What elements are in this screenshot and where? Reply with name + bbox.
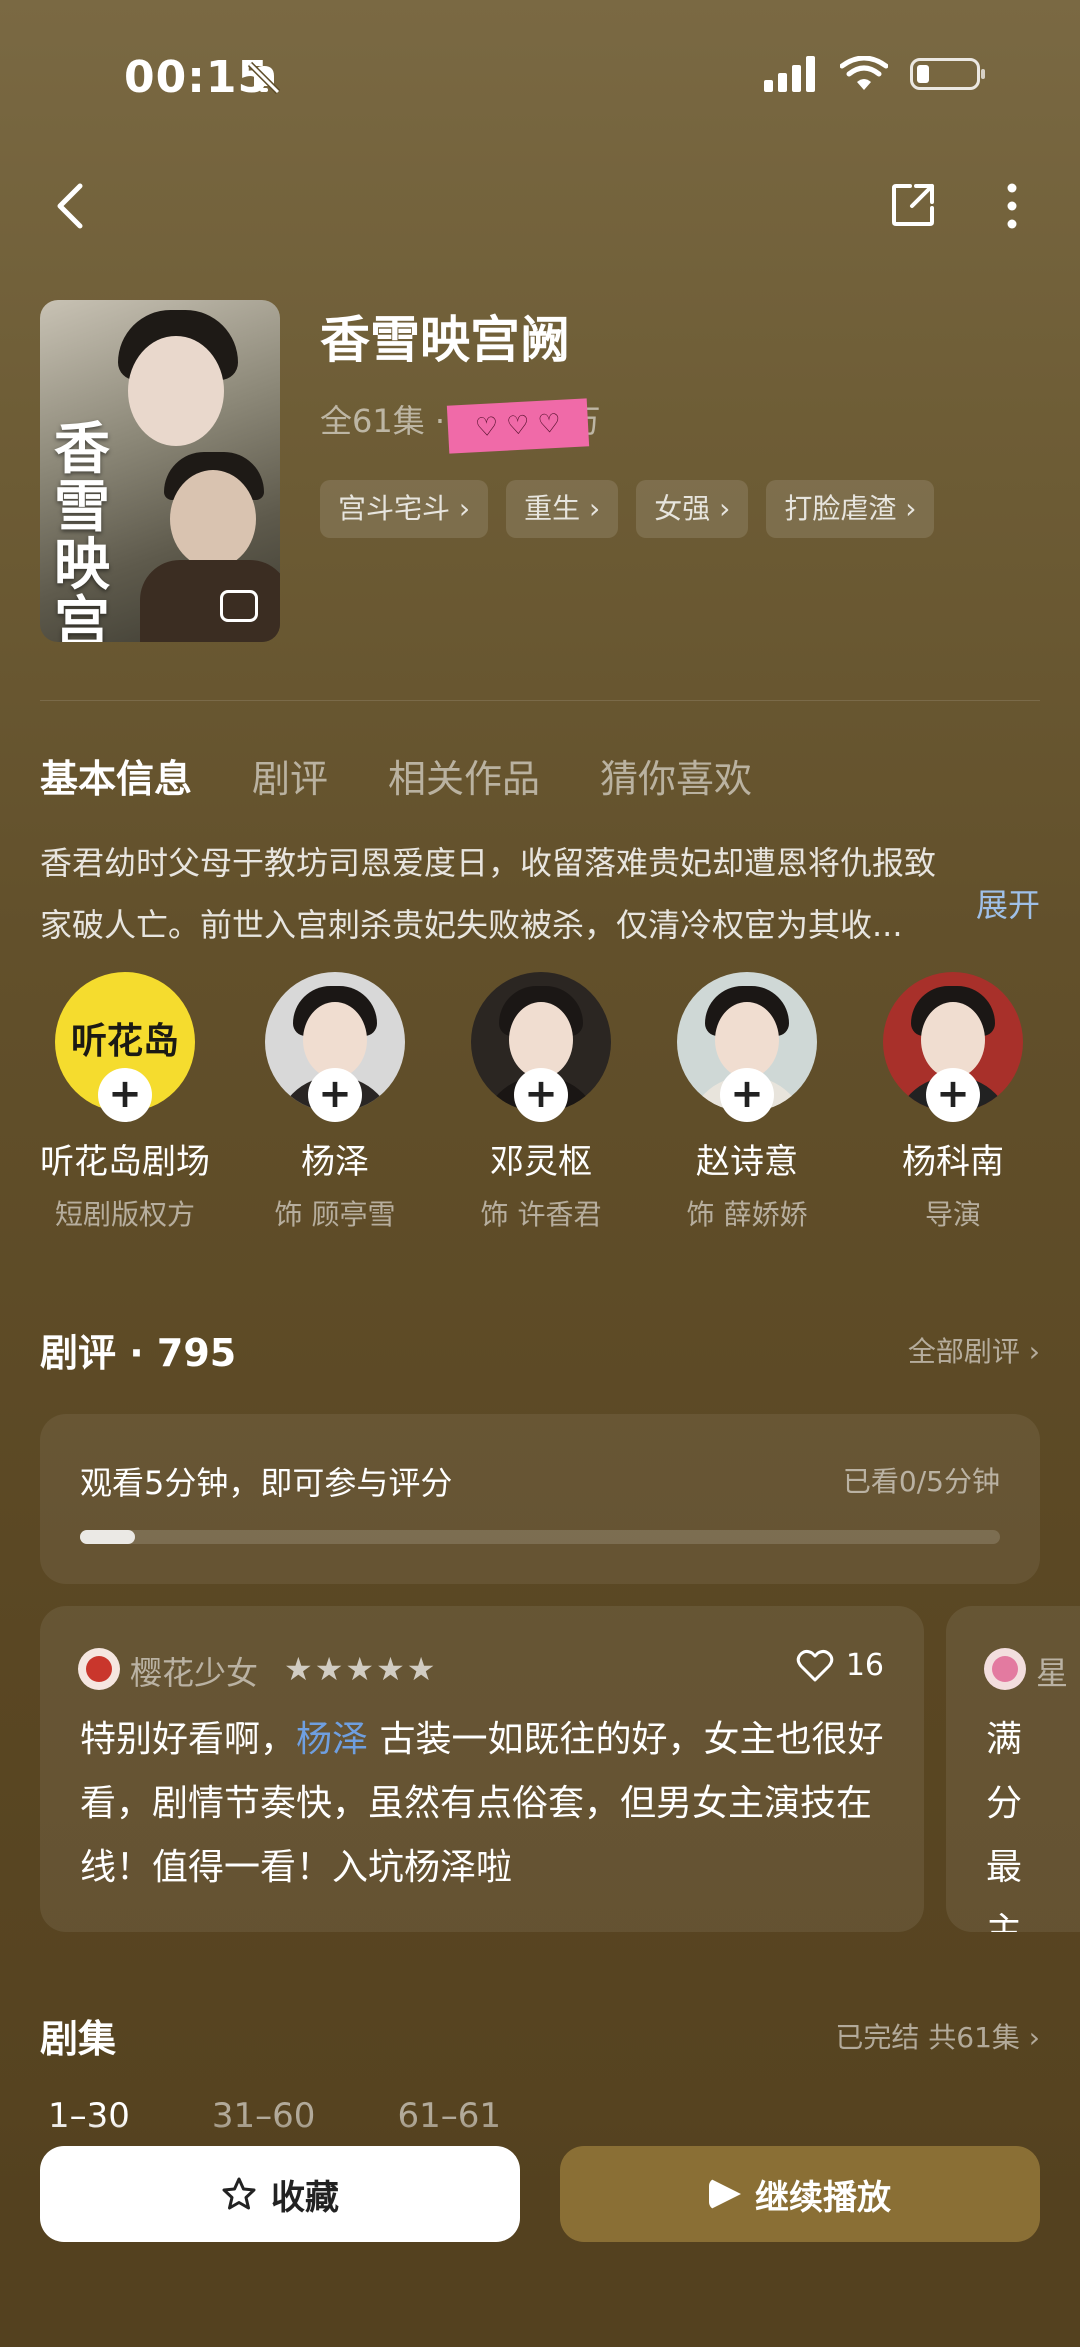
cast-item[interactable]: + 杨泽 饰 顾亭雪 (240, 972, 430, 1233)
cast-role: 饰 许香君 (480, 1198, 602, 1231)
tag-palace[interactable]: 宫斗宅斗 › (320, 480, 489, 538)
watch-progress-bar (80, 1530, 1000, 1544)
tab-related-works[interactable]: 相关作品 (388, 748, 540, 803)
tag-rebirth[interactable]: 重生 › (506, 480, 619, 538)
follow-plus-icon[interactable]: + (514, 1068, 568, 1122)
cast-name: 邓灵枢 (490, 1142, 592, 1182)
avatar (78, 1648, 120, 1690)
reviews-title: 剧评 · 795 (40, 1331, 237, 1375)
watch-to-rate-card: 观看5分钟，即可参与评分 已看0/5分钟 (40, 1414, 1040, 1584)
cast-name: 杨泽 (301, 1142, 369, 1182)
cast-item[interactable]: + 赵诗意 饰 薛娇娇 (652, 972, 842, 1233)
follow-plus-icon[interactable]: + (308, 1068, 362, 1122)
share-icon[interactable] (890, 182, 936, 228)
status-icons (764, 56, 985, 92)
battery-icon (910, 58, 985, 90)
like-count: 16 (845, 1648, 884, 1683)
review-card[interactable]: 樱花少女 ★★★★★ 16 特别好看啊，杨泽 古装一如既往的好，女主也很好看，剧… (40, 1606, 924, 1932)
back-arrow-icon[interactable] (50, 180, 90, 232)
mention-link[interactable]: 杨泽 (296, 1719, 368, 1760)
heart-icon (796, 1649, 834, 1681)
tab-bar: 基本信息 剧评 相关作品 猜你喜欢 (40, 748, 752, 803)
expand-link[interactable]: 展开 (976, 880, 1040, 926)
heart-icon: ♡ (505, 410, 531, 442)
avatar (984, 1648, 1026, 1690)
follow-plus-icon[interactable]: + (926, 1068, 980, 1122)
review-text: 特别好看啊，杨泽 古装一如既往的好，女主也很好看，剧情节奏快，虽然有点俗套，但男… (80, 1708, 890, 1900)
mute-bell-icon (247, 61, 281, 95)
cast-role: 短剧版权方 (54, 1198, 195, 1231)
watch-progress-fill (80, 1530, 136, 1544)
tab-recommended[interactable]: 猜你喜欢 (600, 748, 752, 803)
review-card[interactable]: 星 满分最主话， (946, 1606, 1080, 1932)
divider (40, 700, 1040, 701)
signal-icon (764, 56, 815, 92)
cast-role: 饰 顾亭雪 (274, 1198, 396, 1231)
cast-name: 杨科南 (902, 1142, 1004, 1182)
continue-play-button[interactable]: 继续播放 (560, 2146, 1040, 2242)
follow-plus-icon[interactable]: + (98, 1068, 152, 1122)
star-rating: ★★★★★ (284, 1650, 438, 1688)
heart-sticker: ♡ ♡ ♡ (446, 398, 590, 454)
watch-progress-text: 已看0/5分钟 (842, 1465, 1000, 1498)
tag-strong-female[interactable]: 女强 › (636, 480, 749, 538)
review-user: 星 (1036, 1654, 1069, 1692)
watch-prompt: 观看5分钟，即可参与评分 (80, 1464, 453, 1502)
cast-item[interactable]: 听花岛 + 听花岛剧场 短剧版权方 (30, 972, 220, 1233)
all-reviews-link[interactable]: 全部剧评 › (908, 1330, 1040, 1370)
cast-name: 赵诗意 (696, 1142, 798, 1182)
poster-title: 香雪映宫阙 (54, 416, 110, 642)
wifi-icon (840, 56, 888, 90)
synopsis-text: 香君幼时父母于教坊司恩爱度日，收留落难贵妃却遭恩将仇报致家破人亡。前世入宫刺杀贵… (40, 844, 937, 944)
cast-role: 导演 (924, 1198, 981, 1231)
follow-plus-icon[interactable]: + (720, 1068, 774, 1122)
play-icon (709, 2178, 741, 2210)
like-button[interactable]: 16 (796, 1648, 884, 1683)
cast-role: 饰 薛娇娇 (686, 1198, 808, 1231)
tab-reviews[interactable]: 剧评 (252, 748, 328, 803)
tab-basic-info[interactable]: 基本信息 (40, 748, 192, 803)
gallery-icon[interactable] (220, 590, 258, 622)
review-user: 樱花少女 (130, 1654, 259, 1692)
cast-item[interactable]: + 杨科南 导演 (858, 972, 1048, 1233)
episodes-status-link[interactable]: 已完结 共61集 › (835, 2016, 1040, 2056)
review-text: 满分最主话， (986, 1719, 1023, 1932)
more-icon[interactable] (1000, 182, 1024, 230)
drama-poster[interactable]: 香雪映宫阙 (40, 300, 280, 642)
cast-name: 听花岛剧场 (40, 1142, 210, 1182)
drama-title: 香雪映宫阙 (320, 311, 570, 369)
play-label: 继续播放 (755, 2177, 891, 2218)
heart-icon: ♡ (536, 408, 562, 440)
tag-list: 宫斗宅斗 › 重生 › 女强 › 打脸虐渣 › (320, 480, 935, 538)
cast-item[interactable]: + 邓灵枢 饰 许香君 (446, 972, 636, 1233)
star-icon (222, 2177, 256, 2210)
episodes-title: 剧集 (40, 2017, 117, 2061)
collect-button[interactable]: 收藏 (40, 2146, 520, 2242)
review-text-part: 特别好看啊， (80, 1719, 297, 1760)
collect-label: 收藏 (271, 2177, 339, 2218)
heart-icon: ♡ (474, 412, 500, 444)
tag-revenge[interactable]: 打脸虐渣 › (766, 480, 935, 538)
